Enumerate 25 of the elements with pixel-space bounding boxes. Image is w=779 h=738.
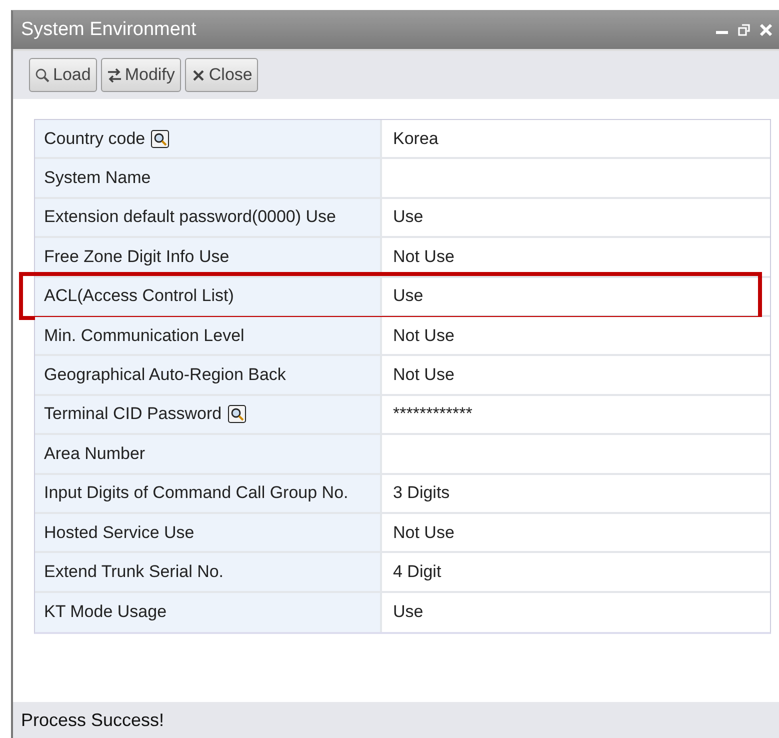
lookup-icon[interactable] <box>228 405 246 424</box>
field-label: Terminal CID Password <box>44 404 222 424</box>
restore-icon[interactable] <box>737 23 751 37</box>
field-label: Country code <box>44 128 146 149</box>
field-label: System Name <box>44 168 151 188</box>
toolbar-button[interactable]: Load <box>29 58 97 92</box>
field-label: Hosted Service Use <box>44 522 194 543</box>
status-text: Process Success! <box>21 710 164 730</box>
close-icon <box>190 68 206 82</box>
window-title: System Environment <box>21 19 196 41</box>
field-label: Extend Trunk Serial No. <box>44 562 224 582</box>
field-label: Free Zone Digit Info Use <box>44 246 230 267</box>
search-icon <box>35 68 50 82</box>
field-label: Extension default password(0000) Use <box>44 207 336 228</box>
swap-arrows-icon <box>106 68 122 82</box>
field-label: Min. Communication Level <box>44 326 244 346</box>
lookup-icon[interactable] <box>151 130 170 148</box>
field-label: ACL(Access Control List) <box>44 286 234 306</box>
toolbar-button[interactable]: Close <box>184 58 258 92</box>
toolbar-button[interactable]: Modify <box>100 58 181 92</box>
field-label: Input Digits of Command Call Group No. <box>44 483 348 504</box>
field-label: Area Number <box>44 444 146 464</box>
field-label: KT Mode Usage <box>44 602 167 622</box>
close-icon[interactable] <box>759 23 773 37</box>
field-label: Geographical Auto-Region Back <box>44 365 286 386</box>
